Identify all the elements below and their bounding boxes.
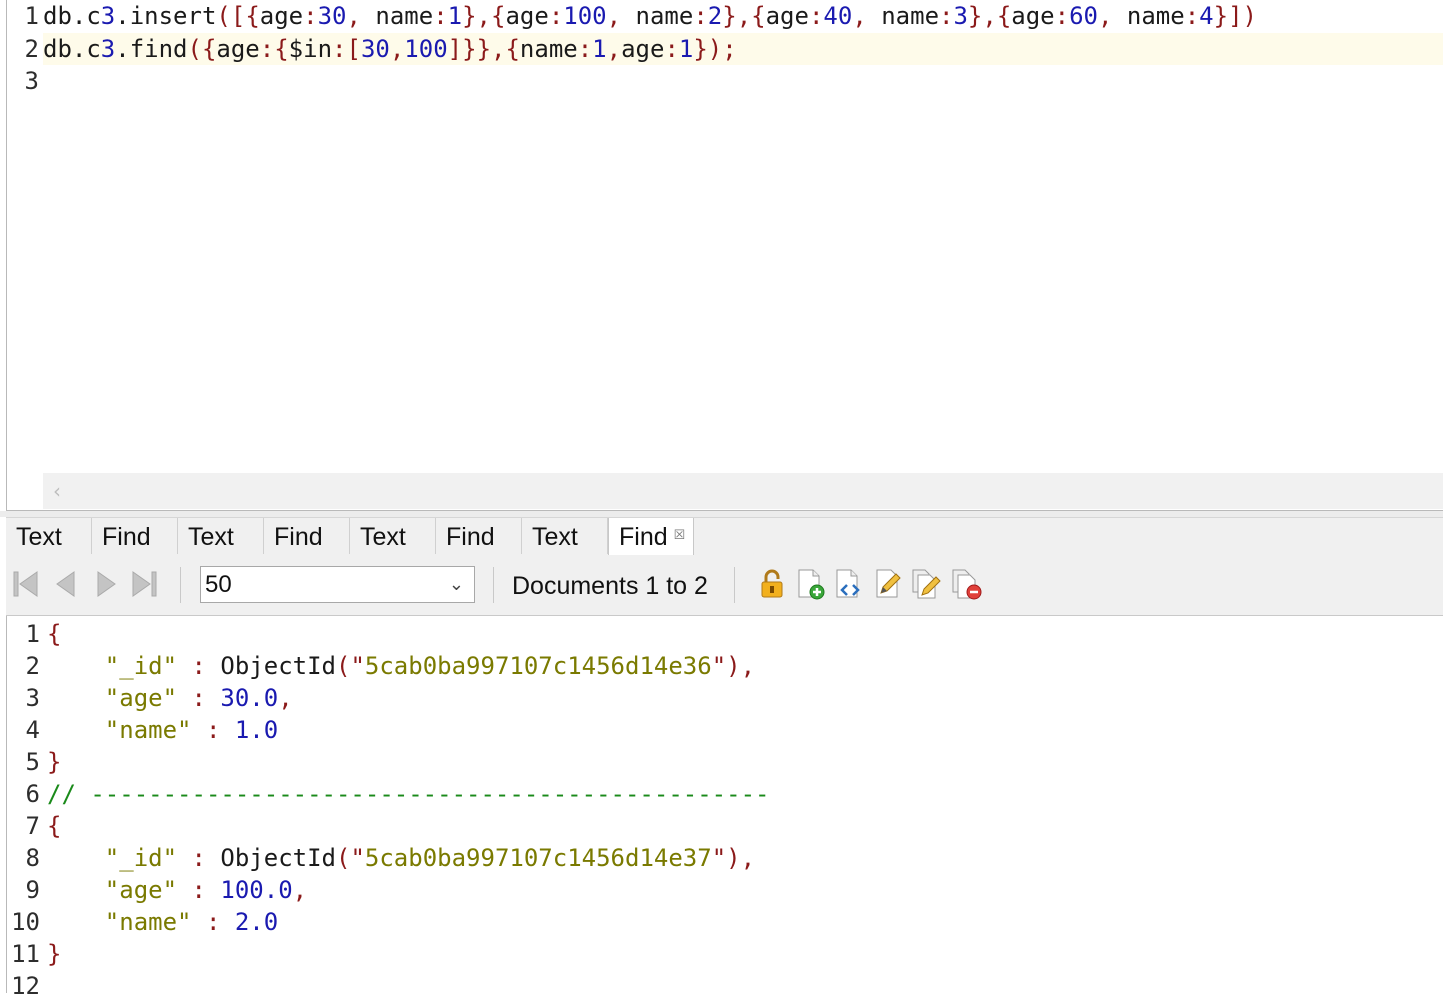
result-line: "_id" : ObjectId("5cab0ba997107c1456d14e… (104, 844, 756, 872)
tab-find-active[interactable]: Find ☒ (608, 518, 694, 555)
line-number: 5 (25, 748, 40, 776)
line-number: 3 (24, 67, 39, 95)
tab-text[interactable]: Text (522, 518, 608, 554)
result-line: } (47, 940, 62, 968)
close-tab-icon[interactable]: ☒ (674, 527, 686, 542)
view-json-icon[interactable] (832, 568, 864, 600)
previous-page-icon[interactable] (52, 569, 80, 599)
tab-label: Text (360, 523, 406, 551)
scroll-left-icon[interactable]: ‹ (53, 479, 61, 503)
line-number: 12 (11, 972, 40, 1000)
line-number: 4 (25, 716, 40, 744)
tab-text[interactable]: Text (178, 518, 264, 554)
toolbar-separator (180, 567, 181, 603)
edit-multiple-documents-icon[interactable] (910, 568, 942, 600)
result-line: "_id" : ObjectId("5cab0ba997107c1456d14e… (104, 652, 756, 680)
line-number: 10 (11, 908, 40, 936)
result-line: "name" : 2.0 (104, 908, 279, 936)
code-line-current[interactable]: db.c3.find({age:{$in:[30,100]}},{name:1,… (43, 33, 1443, 65)
line-number: 2 (25, 652, 40, 680)
line-number: 2 (24, 35, 39, 63)
result-text-viewer[interactable]: 1 2 3 4 5 6 7 8 9 10 11 12 { "_id" : Obj… (6, 616, 1443, 1000)
result-line: "age" : 100.0, (104, 876, 308, 904)
next-page-icon[interactable] (92, 569, 120, 599)
editor-horizontal-scrollbar[interactable]: ‹ (43, 473, 1443, 509)
tab-find[interactable]: Find (436, 518, 522, 554)
toolbar-separator (734, 567, 735, 603)
add-document-icon[interactable] (794, 568, 826, 600)
line-number: 9 (25, 876, 40, 904)
lock-icon[interactable] (756, 568, 788, 600)
result-line: { (47, 620, 62, 648)
line-number: 6 (25, 780, 40, 808)
results-toolbar: 50 ⌄ Documents 1 to 2 (6, 555, 1443, 616)
result-line: } (47, 748, 62, 776)
toolbar-separator (493, 567, 494, 603)
result-line: { (47, 812, 62, 840)
document-range-label: Documents 1 to 2 (512, 572, 708, 600)
query-editor[interactable]: 1 2 3 db.c3.insert([{age:30, name:1},{ag… (6, 0, 1443, 511)
editor-line-gutter: 1 2 3 (7, 0, 43, 510)
page-size-select[interactable]: 50 ⌄ (200, 566, 475, 603)
tab-label: Text (532, 523, 578, 551)
code-line[interactable]: db.c3.insert([{age:30, name:1},{age:100,… (43, 0, 1443, 32)
edit-document-icon[interactable] (872, 568, 904, 600)
result-line: "name" : 1.0 (104, 716, 279, 744)
tab-find[interactable]: Find (92, 518, 178, 554)
result-separator-comment: // -------------------------------------… (47, 780, 770, 808)
editor-code-area[interactable]: db.c3.insert([{age:30, name:1},{age:100,… (43, 0, 1443, 473)
line-number: 1 (24, 2, 39, 30)
tab-label: Text (16, 523, 62, 551)
tab-label: Find (446, 523, 495, 551)
line-number: 3 (25, 684, 40, 712)
line-number: 1 (25, 620, 40, 648)
tab-label: Find (102, 523, 151, 551)
chevron-down-icon[interactable]: ⌄ (449, 567, 464, 602)
result-line: "age" : 30.0, (104, 684, 293, 712)
tab-label: Find (274, 523, 323, 551)
tab-label: Text (188, 523, 234, 551)
line-number: 7 (25, 812, 40, 840)
first-page-icon[interactable] (12, 569, 40, 599)
code-line[interactable] (43, 65, 1443, 97)
page-size-value: 50 (205, 571, 232, 598)
tab-find[interactable]: Find (264, 518, 350, 554)
result-tabs: Text Find Text Find Text Find Text Find ☒ (6, 517, 1443, 556)
tab-text[interactable]: Text (350, 518, 436, 554)
line-number: 11 (11, 940, 40, 968)
tab-label: Find (619, 523, 668, 551)
delete-document-icon[interactable] (950, 568, 982, 600)
tab-text[interactable]: Text (6, 518, 92, 554)
last-page-icon[interactable] (130, 569, 158, 599)
line-number: 8 (25, 844, 40, 872)
